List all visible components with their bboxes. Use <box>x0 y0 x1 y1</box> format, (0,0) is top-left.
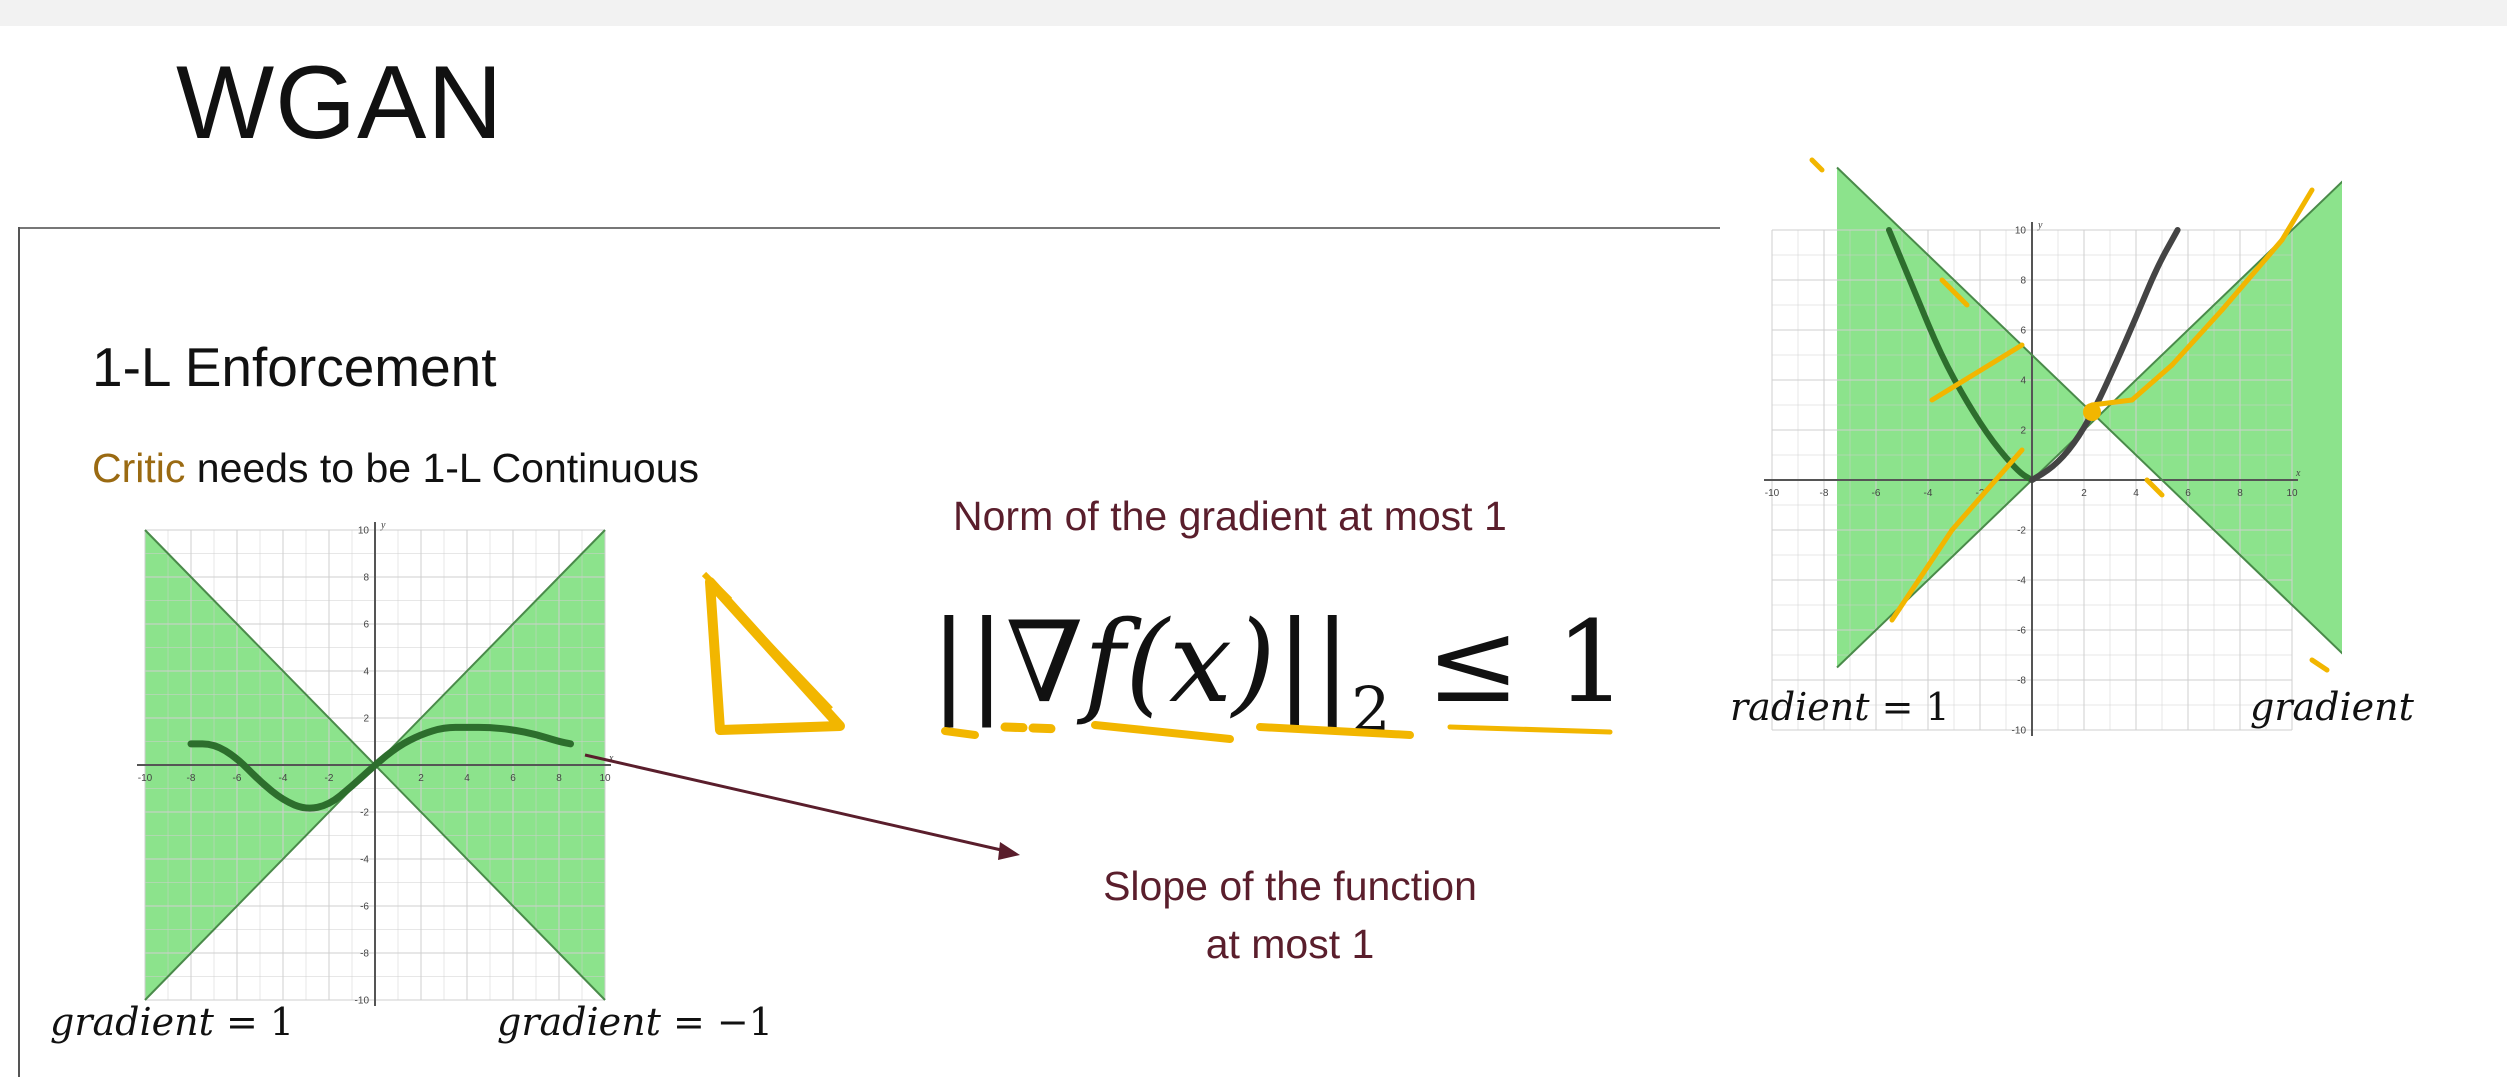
lipschitz-chart-right: -10 -8 -6 -4 -2 2 4 6 8 10108642-2-4-6-8-10xy <box>1764 157 2342 736</box>
x-tick-label: -2 <box>325 773 334 784</box>
right-gradient-right-word: gradient <box>2250 685 2414 729</box>
x-tick-label: -8 <box>187 773 196 784</box>
left-gradient-neg-value: = −1 <box>672 1000 773 1044</box>
y-tick-label: -8 <box>360 948 369 959</box>
y-tick-label: 2 <box>2020 425 2026 436</box>
y-tick-label: -10 <box>2012 725 2027 736</box>
y-tick-label: -6 <box>2017 625 2026 636</box>
y-tick-label: -8 <box>2017 675 2026 686</box>
left-gradient-pos-label: gradient = 1 <box>50 1000 294 1044</box>
delta-scribble-icon <box>701 571 845 735</box>
x-tick-label: 2 <box>418 773 424 784</box>
slope-arrow <box>584 753 1020 860</box>
intersection-marker-icon <box>2083 403 2101 421</box>
left-gradient-pos-word: gradient <box>50 1000 214 1044</box>
x-tick-label: -4 <box>279 773 288 784</box>
slide-frame-top-border <box>18 227 1720 229</box>
y-tick-label: 10 <box>2015 225 2027 236</box>
x-tick-label: 8 <box>2237 488 2243 499</box>
y-tick-label: 6 <box>363 619 369 630</box>
slope-caption-line-1: Slope of the function <box>1103 863 1477 909</box>
slope-caption-line-2: at most 1 <box>1205 921 1375 967</box>
arrow-head-icon <box>998 842 1020 860</box>
x-tick-label: -8 <box>1820 488 1829 499</box>
y-tick-label: 8 <box>2020 275 2026 286</box>
y-tick-label: -4 <box>2017 575 2026 586</box>
slide-title: WGAN <box>176 45 504 161</box>
x-tick-label: 6 <box>510 773 516 784</box>
y-tick-label: 10 <box>358 525 370 536</box>
y-axis-label: y <box>2037 220 2043 231</box>
formula-underline-scribble <box>941 721 1613 743</box>
section-heading: 1-L Enforcement <box>92 336 497 398</box>
x-tick-label: -10 <box>138 773 153 784</box>
x-tick-label: -10 <box>1765 488 1780 499</box>
subtitle-rest: needs to be 1-L Continuous <box>185 445 699 491</box>
x-tick-label: 10 <box>2286 488 2298 499</box>
x-axis-label: x <box>2295 468 2301 479</box>
y-tick-label: -4 <box>360 854 369 865</box>
y-tick-label: 4 <box>363 666 369 677</box>
y-tick-label: -2 <box>360 807 369 818</box>
right-gradient-left-value: = 1 <box>1881 685 1950 729</box>
left-gradient-pos-value: = 1 <box>225 1000 295 1044</box>
slope-caption: Slope of the function at most 1 <box>1040 857 1540 973</box>
left-gradient-neg-label: gradient = −1 <box>497 1000 773 1044</box>
slide-frame-left-border <box>18 227 20 1077</box>
y-axis-label: y <box>380 520 386 531</box>
cone-right <box>2097 181 2342 654</box>
x-tick-label: -6 <box>1872 488 1881 499</box>
right-gradient-left-label: radient = 1 <box>1730 685 1950 729</box>
y-tick-label: -10 <box>355 995 370 1006</box>
y-tick-label: -6 <box>360 901 369 912</box>
x-tick-label: 6 <box>2185 488 2191 499</box>
subtitle-accent: Critic <box>92 445 186 491</box>
x-tick-label: 8 <box>556 773 562 784</box>
y-tick-label: 4 <box>2020 375 2026 386</box>
x-tick-label: 4 <box>2133 488 2139 499</box>
highlight-scribble <box>2309 657 2330 673</box>
x-tick-label: 2 <box>2081 488 2087 499</box>
lipschitz-chart-left: -10 -8 -6 -4 -2 2 4 6 8 10108642-2-4-6-8-10xy <box>137 520 614 1006</box>
highlight-scribble <box>2144 477 2165 498</box>
x-tick-label: -4 <box>1924 488 1933 499</box>
right-gradient-right-label: gradient <box>2250 685 2414 729</box>
subtitle: Critic needs to be 1-L Continuous <box>92 445 699 492</box>
y-tick-label: 6 <box>2020 325 2026 336</box>
x-tick-label: -6 <box>233 773 242 784</box>
y-tick-label: 2 <box>363 713 369 724</box>
x-tick-label: 4 <box>464 773 470 784</box>
highlight-scribble <box>1809 157 1825 173</box>
y-tick-label: 8 <box>363 572 369 583</box>
right-gradient-left-word: radient <box>1730 685 1870 729</box>
y-tick-label: -2 <box>2017 525 2026 536</box>
left-gradient-neg-word: gradient <box>497 1000 661 1044</box>
top-bar <box>0 0 2507 26</box>
norm-caption: Norm of the gradient at most 1 <box>953 493 1507 539</box>
